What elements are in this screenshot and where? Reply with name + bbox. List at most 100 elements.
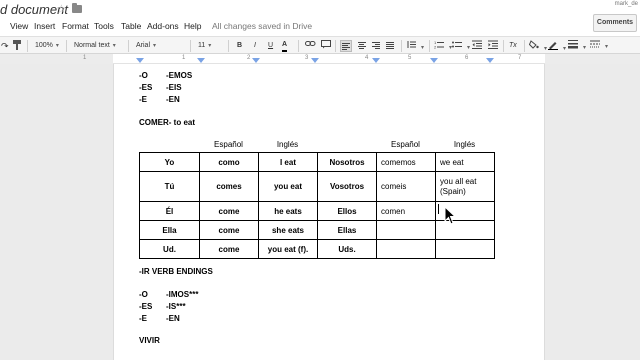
ending-value: -EIS xyxy=(166,83,182,92)
table-cell[interactable]: come xyxy=(199,239,259,259)
table-cell[interactable]: you eat xyxy=(258,171,318,202)
table-row: Yo como I eat Nosotros comemos we eat xyxy=(139,152,495,172)
ruler-indent-marker[interactable] xyxy=(252,58,260,63)
toolbar-divider xyxy=(401,40,402,52)
ruler-indent-marker[interactable] xyxy=(486,58,494,63)
table-cell[interactable]: I eat xyxy=(258,152,318,172)
ir-heading: -IR VERB ENDINGS xyxy=(139,267,213,276)
svg-text:2: 2 xyxy=(434,45,437,50)
document-canvas: -O -EMOS -ES -EIS -E -EN COMER- to eat E… xyxy=(0,64,640,360)
align-center-icon[interactable] xyxy=(357,41,367,51)
menu-tools[interactable]: Tools xyxy=(94,21,114,31)
font-select[interactable]: Arial xyxy=(136,40,156,52)
zoom-select[interactable]: 100% xyxy=(35,40,59,52)
ruler[interactable]: 1 1 2 3 4 5 6 7 xyxy=(0,54,640,64)
bulleted-list-icon[interactable] xyxy=(452,40,470,52)
align-left-icon[interactable] xyxy=(340,40,352,52)
table-cell[interactable]: come xyxy=(199,220,259,240)
style-select[interactable]: Normal text xyxy=(74,40,116,52)
table-cell[interactable]: Ella xyxy=(139,220,200,240)
bold-button[interactable]: B xyxy=(237,40,242,52)
column-header: Inglés xyxy=(276,140,299,149)
conjugation-table[interactable]: Yo como I eat Nosotros comemos we eat Tú… xyxy=(139,152,495,259)
table-cell[interactable] xyxy=(376,239,436,259)
link-icon[interactable] xyxy=(305,40,316,52)
toolbar-divider xyxy=(228,40,229,52)
menu-insert[interactable]: Insert xyxy=(34,21,55,31)
ending-subject: -O xyxy=(139,71,148,80)
ruler-number: 4 xyxy=(365,55,369,61)
table-cell[interactable]: Tú xyxy=(139,171,200,202)
table-cell[interactable] xyxy=(435,239,495,259)
paint-format-icon[interactable] xyxy=(13,40,22,52)
folder-icon[interactable] xyxy=(72,3,82,13)
menu-view[interactable]: View xyxy=(10,21,28,31)
table-cell[interactable] xyxy=(376,220,436,240)
redo-icon[interactable]: ↷ xyxy=(1,40,9,52)
ending-value: -IS*** xyxy=(166,302,186,311)
clear-formatting-button[interactable]: Tx xyxy=(509,40,517,52)
comments-button[interactable]: Comments xyxy=(593,14,637,32)
title-bar: d document ☆ mark_de xyxy=(0,0,640,20)
ruler-indent-marker[interactable] xyxy=(136,58,144,63)
menu-table[interactable]: Table xyxy=(121,21,141,31)
table-cell[interactable]: comes xyxy=(199,171,259,202)
ruler-indent-marker[interactable] xyxy=(430,58,438,63)
ruler-number: 5 xyxy=(408,55,412,61)
table-cell[interactable]: Vosotros xyxy=(317,171,377,202)
border-dash-icon[interactable] xyxy=(590,40,608,52)
save-status[interactable]: All changes saved in Drive xyxy=(212,21,312,31)
table-cell[interactable]: you eat (f). xyxy=(258,239,318,259)
table-cell[interactable]: Ellas xyxy=(317,220,377,240)
comment-icon[interactable] xyxy=(321,40,331,52)
document-page[interactable]: -O -EMOS -ES -EIS -E -EN COMER- to eat E… xyxy=(113,64,545,360)
fill-color-icon[interactable] xyxy=(528,40,547,52)
font-size-select[interactable]: 11 xyxy=(198,40,211,52)
underline-button[interactable]: U xyxy=(268,40,273,52)
table-cell[interactable]: Yo xyxy=(139,152,200,172)
italic-button[interactable]: I xyxy=(254,40,256,52)
ruler-right-margin xyxy=(545,54,640,64)
ruler-number: 2 xyxy=(247,55,251,61)
table-cell[interactable]: Uds. xyxy=(317,239,377,259)
table-cell[interactable]: she eats xyxy=(258,220,318,240)
decrease-indent-icon[interactable] xyxy=(472,40,482,52)
line-spacing-icon[interactable] xyxy=(407,40,424,52)
menu-format[interactable]: Format xyxy=(62,21,89,31)
google-docs-window: d document ☆ mark_de View Insert Format … xyxy=(0,0,640,360)
table-cell[interactable]: comeis xyxy=(376,171,436,202)
toolbar-divider xyxy=(66,40,67,52)
justify-icon[interactable] xyxy=(385,41,395,51)
toolbar-divider xyxy=(27,40,28,52)
table-cell[interactable]: he eats xyxy=(258,201,318,221)
ending-subject: -E xyxy=(139,314,147,323)
table-cell[interactable]: you all eat (Spain) xyxy=(435,171,495,202)
table-cell[interactable]: Nosotros xyxy=(317,152,377,172)
ruler-number: 7 xyxy=(518,55,522,61)
user-account[interactable]: mark_de xyxy=(615,1,638,7)
table-cell[interactable]: comen xyxy=(376,201,436,221)
star-icon[interactable]: ☆ xyxy=(56,2,67,16)
table-cell[interactable]: Ud. xyxy=(139,239,200,259)
border-color-icon[interactable] xyxy=(548,40,566,52)
toolbar-divider xyxy=(524,40,525,52)
text-caret xyxy=(438,204,439,214)
increase-indent-icon[interactable] xyxy=(488,40,498,52)
border-width-icon[interactable] xyxy=(568,40,586,52)
table-cell[interactable]: como xyxy=(199,152,259,172)
menu-addons[interactable]: Add-ons xyxy=(147,21,179,31)
numbered-list-icon[interactable]: 12 xyxy=(434,40,452,52)
menu-help[interactable]: Help xyxy=(184,21,201,31)
table-cell[interactable]: Él xyxy=(139,201,200,221)
column-header: Español xyxy=(391,140,420,149)
ruler-indent-marker[interactable] xyxy=(311,58,319,63)
table-cell[interactable]: we eat xyxy=(435,152,495,172)
ruler-indent-marker[interactable] xyxy=(372,58,380,63)
ruler-indent-marker[interactable] xyxy=(197,58,205,63)
table-cell[interactable]: comemos xyxy=(376,152,436,172)
align-right-icon[interactable] xyxy=(371,41,381,51)
ruler-left-margin xyxy=(0,54,113,64)
text-color-button[interactable]: A xyxy=(282,40,288,52)
table-cell[interactable]: Ellos xyxy=(317,201,377,221)
table-cell[interactable]: come xyxy=(199,201,259,221)
